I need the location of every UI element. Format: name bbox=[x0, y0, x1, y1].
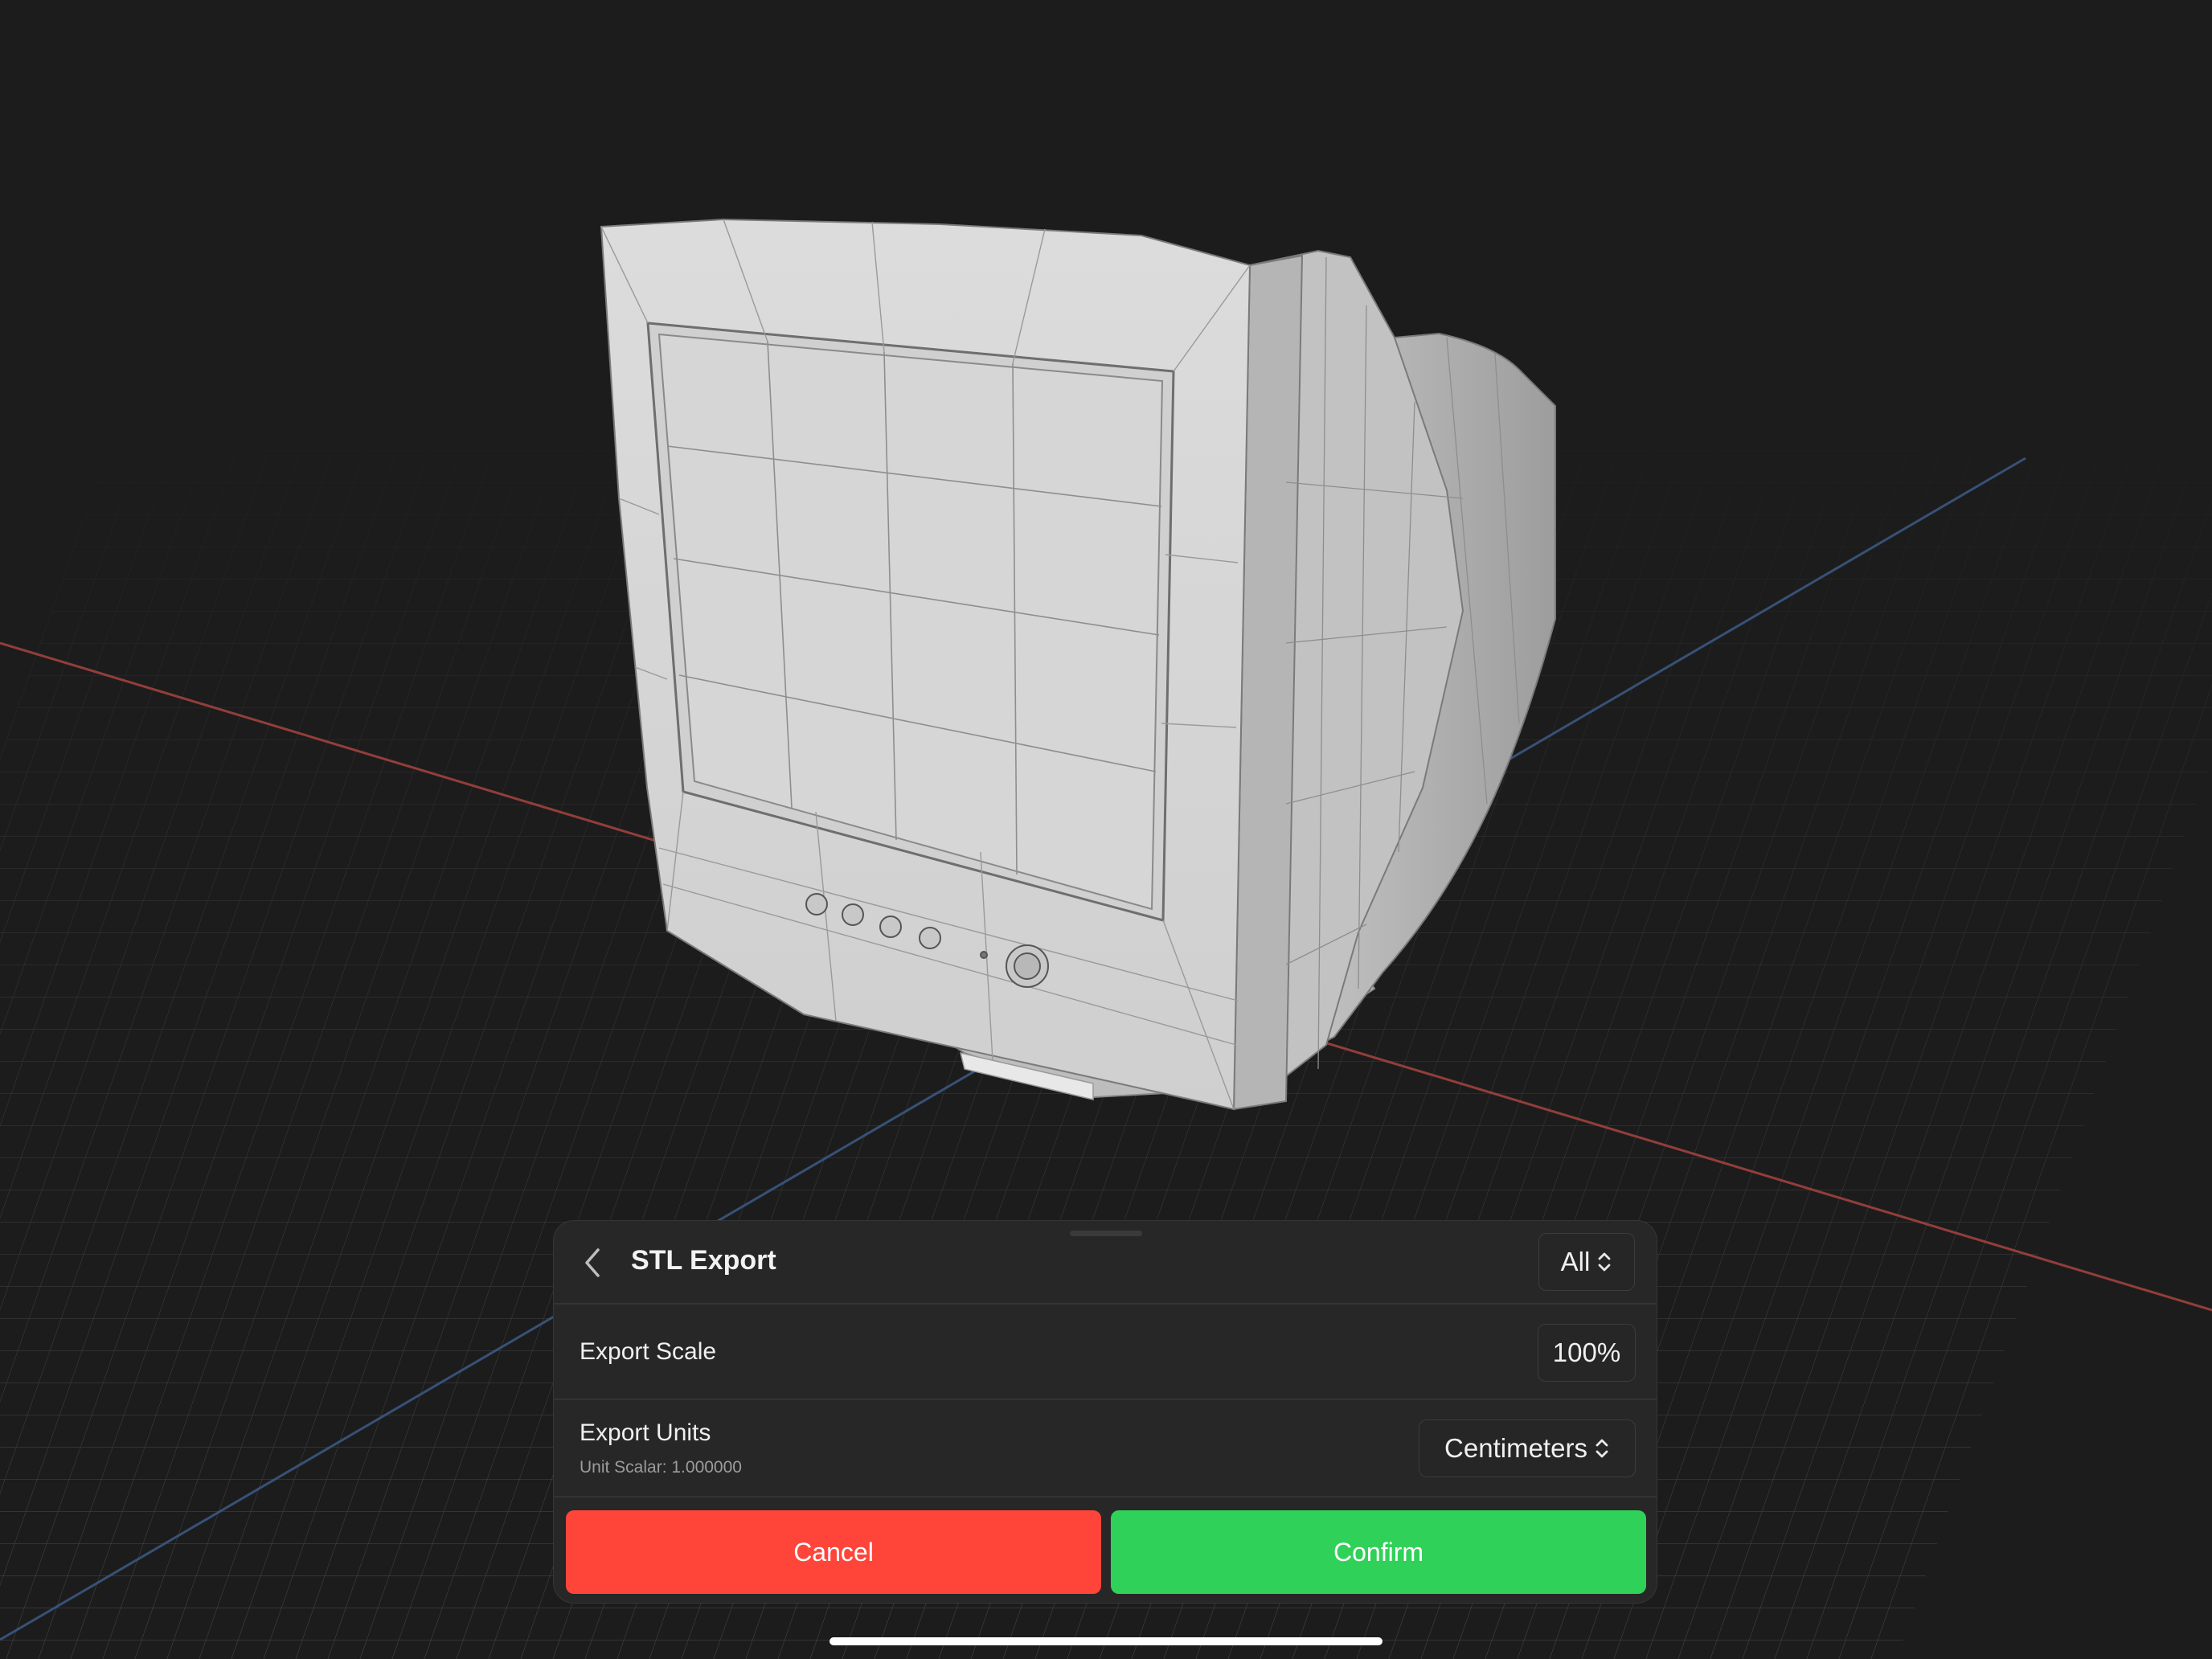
export-scale-field[interactable]: 100% bbox=[1538, 1324, 1636, 1382]
back-button[interactable] bbox=[571, 1242, 613, 1284]
panel-title: STL Export bbox=[631, 1245, 776, 1276]
confirm-button[interactable]: Confirm bbox=[1111, 1510, 1646, 1594]
filter-picker[interactable]: All bbox=[1538, 1233, 1635, 1291]
stl-export-panel: STL Export All Export Scale 100% Export … bbox=[553, 1220, 1657, 1604]
up-down-chevron-icon bbox=[1596, 1439, 1608, 1458]
export-units-row: Export Units Unit Scalar: 1.000000 Centi… bbox=[554, 1400, 1657, 1497]
filter-value: All bbox=[1560, 1247, 1591, 1276]
up-down-chevron-icon bbox=[1598, 1252, 1611, 1272]
export-units-value: Centimeters bbox=[1444, 1433, 1587, 1463]
back-chevron-icon bbox=[585, 1248, 600, 1277]
panel-header: STL Export All bbox=[554, 1221, 1657, 1305]
cancel-button[interactable]: Cancel bbox=[566, 1510, 1101, 1594]
export-scale-row: Export Scale 100% bbox=[554, 1305, 1657, 1400]
export-scale-value: 100% bbox=[1552, 1337, 1621, 1367]
export-scale-label: Export Scale bbox=[580, 1338, 717, 1365]
export-units-label: Export Units bbox=[580, 1419, 711, 1446]
export-units-picker[interactable]: Centimeters bbox=[1419, 1419, 1636, 1477]
home-indicator[interactable] bbox=[830, 1637, 1382, 1645]
unit-scalar-label: Unit Scalar: 1.000000 bbox=[580, 1458, 742, 1477]
